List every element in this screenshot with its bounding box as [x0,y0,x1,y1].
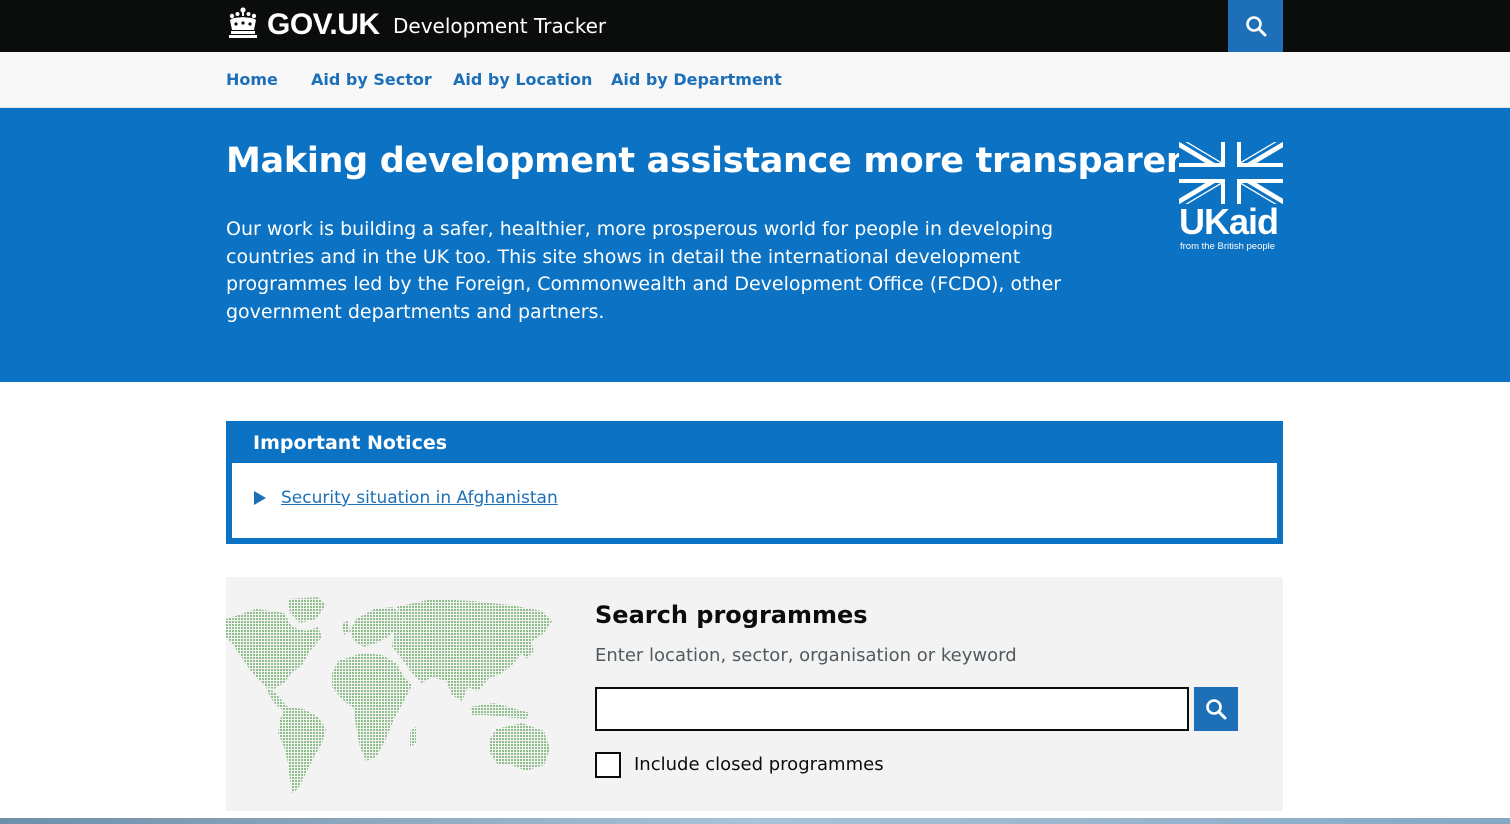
nav-item-aid-by-location[interactable]: Aid by Location [453,69,592,91]
world-map-illustration [226,597,552,793]
union-flag-icon [1179,142,1283,204]
header-search-button[interactable] [1228,0,1283,52]
bottom-strip [0,818,1510,824]
search-panel: Search programmes Enter location, sector… [226,577,1283,811]
search-icon [1245,16,1266,37]
nav-item-aid-by-department[interactable]: Aid by Department [611,69,782,91]
triangle-right-icon[interactable] [254,491,266,505]
govuk-logo[interactable]: GOV.UK [267,8,380,42]
nav-item-home[interactable]: Home [226,69,278,91]
ukaid-tagline: from the British people [1180,241,1276,252]
notices-body: Security situation in Afghanistan [232,463,1277,538]
top-header: GOV.UK Development Tracker [0,0,1510,52]
notices-title: Important Notices [253,432,448,454]
notice-link-afghanistan[interactable]: Security situation in Afghanistan [281,486,558,510]
crown-icon [229,7,257,38]
include-closed-checkbox[interactable] [595,752,621,778]
important-notices: Important Notices Security situation in … [226,421,1283,544]
search-title: Search programmes [595,601,868,629]
hero-banner: Making development assistance more trans… [0,108,1510,382]
main-nav: Home Aid by Sector Aid by Location Aid b… [0,52,1510,108]
search-hint: Enter location, sector, organisation or … [595,645,1017,666]
nav-item-aid-by-sector[interactable]: Aid by Sector [311,69,432,91]
search-input[interactable] [595,687,1189,731]
service-name[interactable]: Development Tracker [393,13,606,39]
search-icon [1206,699,1227,720]
search-submit-button[interactable] [1194,687,1238,731]
page-title: Making development assistance more trans… [226,141,1207,181]
ukaid-logo: UKaid from the British people [1179,142,1283,254]
hero-description: Our work is building a safer, healthier,… [226,218,1062,323]
ukaid-wordmark: UKaid [1179,201,1279,242]
include-closed-label[interactable]: Include closed programmes [634,753,884,777]
